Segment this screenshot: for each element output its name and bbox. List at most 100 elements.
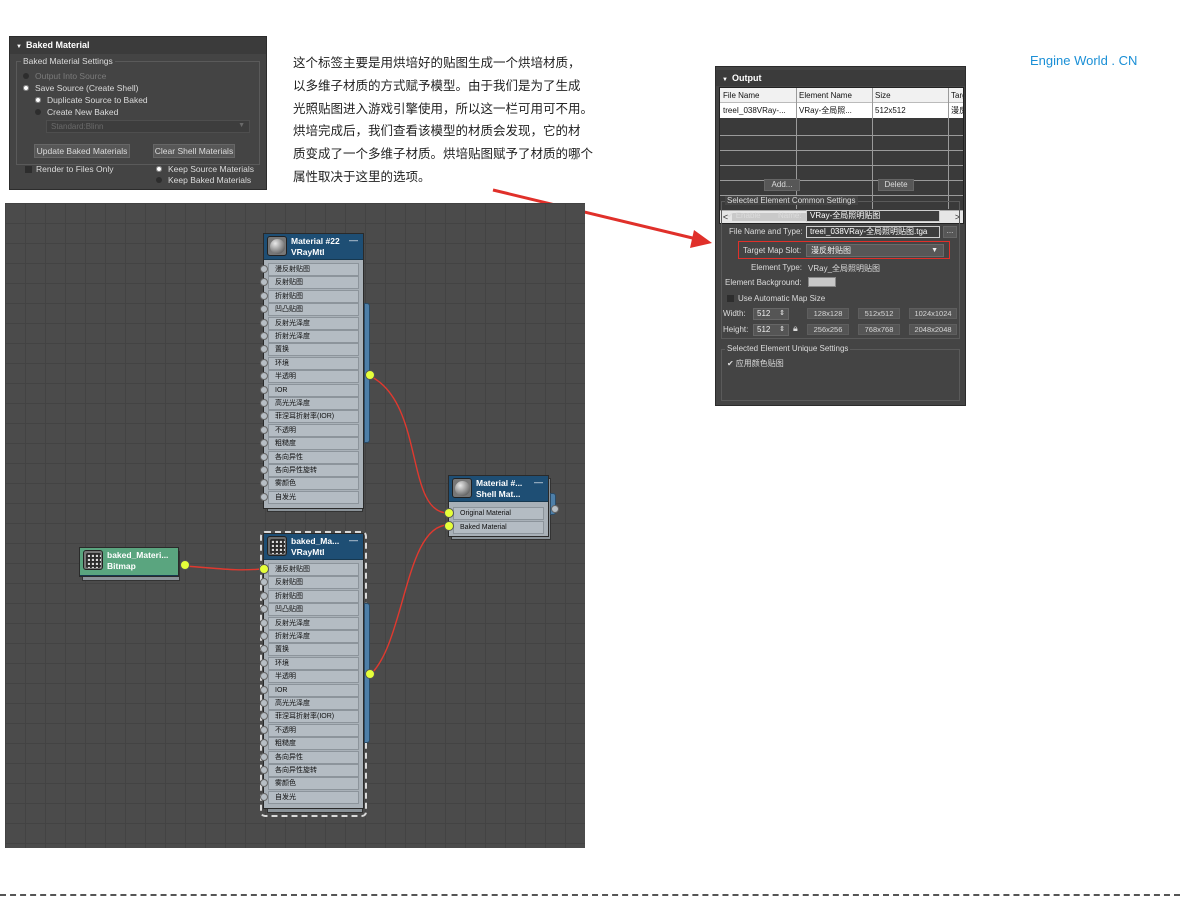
material-slot[interactable]: 反射光泽度 xyxy=(268,616,359,630)
material-slot[interactable]: 漫反射贴图 xyxy=(268,563,359,576)
checkbox-icon[interactable] xyxy=(727,295,734,302)
material-slot[interactable]: 反射贴图 xyxy=(268,276,359,290)
material-slot[interactable]: 各向异性旋转 xyxy=(268,764,359,777)
input-port[interactable] xyxy=(259,564,269,574)
material-slot[interactable]: 半透明 xyxy=(268,370,359,384)
output-port[interactable] xyxy=(365,669,375,679)
preset-128-button[interactable]: 128x128 xyxy=(807,308,849,319)
input-port[interactable] xyxy=(260,672,268,681)
preset-256-button[interactable]: 256x256 xyxy=(807,324,849,335)
input-port[interactable] xyxy=(260,699,268,707)
minimize-icon[interactable]: — xyxy=(534,477,543,487)
browse-file-button[interactable]: ... xyxy=(943,226,957,238)
material-slot[interactable]: 漫反射贴图 xyxy=(268,263,359,276)
minimize-icon[interactable]: — xyxy=(349,235,358,245)
material-slot[interactable]: 各向异性旋转 xyxy=(268,464,359,477)
baked-vraymtl-node[interactable]: baked_Ma... VRayMtl — 漫反射贴图 反射贴图 折射贴图 凹凸贴图反… xyxy=(259,533,364,809)
input-port[interactable] xyxy=(260,345,268,354)
material-slot[interactable]: 粗糙度 xyxy=(268,437,359,451)
input-port[interactable] xyxy=(444,521,454,531)
input-port[interactable] xyxy=(260,752,268,761)
slot-original-material[interactable]: Original Material xyxy=(453,507,544,520)
material-slot[interactable]: 雾颜色 xyxy=(268,777,359,791)
material-slot[interactable]: 折射光泽度 xyxy=(268,630,359,643)
material-slot[interactable]: 自发光 xyxy=(268,790,359,804)
material-slot[interactable]: 各向异性 xyxy=(268,750,359,764)
input-port[interactable] xyxy=(260,739,268,748)
input-port[interactable] xyxy=(260,712,268,721)
material-slot[interactable]: 不透明 xyxy=(268,723,359,737)
node-header[interactable]: baked_Ma... VRayMtl — xyxy=(264,534,363,560)
input-port[interactable] xyxy=(260,385,268,394)
material-slot[interactable]: 折射贴图 xyxy=(268,289,359,303)
input-port[interactable] xyxy=(260,618,268,627)
material-slot[interactable]: 半透明 xyxy=(268,670,359,684)
input-port[interactable] xyxy=(260,452,268,461)
material-slot[interactable]: 高光光泽度 xyxy=(268,697,359,710)
shell-material-node[interactable]: Material #... Shell Mat... — Original Ma… xyxy=(448,475,549,537)
target-map-slot-dropdown[interactable]: 漫反射贴图 ▼ xyxy=(806,244,944,257)
output-port[interactable] xyxy=(365,370,375,380)
input-port[interactable] xyxy=(260,578,268,587)
chevron-down-icon[interactable]: ▼ xyxy=(931,245,938,256)
material-slot[interactable]: 置换 xyxy=(268,643,359,657)
input-port[interactable] xyxy=(260,439,268,448)
collapse-arrow-icon[interactable]: ▼ xyxy=(722,77,728,83)
preset-512-button[interactable]: 512x512 xyxy=(858,308,900,319)
input-port[interactable] xyxy=(260,591,268,600)
input-port[interactable] xyxy=(260,318,268,327)
input-port[interactable] xyxy=(260,399,268,407)
material22-node[interactable]: Material #22 VRayMtl — 漫反射贴图 反射贴图 折射贴图 凹凸贴图… xyxy=(260,233,364,509)
material-slot[interactable]: 不透明 xyxy=(268,423,359,437)
spinner-arrows-icon[interactable]: ⇕ xyxy=(779,325,785,335)
lock-icon[interactable]: 🔒︎ xyxy=(793,323,798,334)
material-slot[interactable]: IOR xyxy=(268,383,359,397)
input-port[interactable] xyxy=(260,645,268,654)
input-port[interactable] xyxy=(260,658,268,667)
node-header[interactable]: Material #... Shell Mat... — xyxy=(449,476,548,502)
width-spinner[interactable]: 512 ⇕ xyxy=(753,308,789,320)
material-slot[interactable]: 反射光泽度 xyxy=(268,316,359,330)
input-port[interactable] xyxy=(260,358,268,367)
input-port[interactable] xyxy=(444,508,454,518)
input-port[interactable] xyxy=(260,605,268,614)
column-header-file-name[interactable]: File Name xyxy=(720,90,796,102)
enable-checkbox[interactable]: ✔ Enable xyxy=(727,211,761,220)
height-spinner[interactable]: 512 ⇕ xyxy=(753,324,789,336)
auto-map-size-checkbox[interactable]: Use Automatic Map Size xyxy=(727,294,825,303)
input-port[interactable] xyxy=(260,466,268,474)
input-port[interactable] xyxy=(260,265,268,273)
column-header-target[interactable]: Targ xyxy=(948,90,963,102)
add-button[interactable]: Add... xyxy=(764,179,800,191)
input-port[interactable] xyxy=(260,372,268,381)
material-slot[interactable]: 各向异性 xyxy=(268,450,359,464)
output-rollout-title[interactable]: ▼ Output xyxy=(716,70,965,86)
input-port[interactable] xyxy=(260,685,268,694)
material-slot[interactable]: 反射贴图 xyxy=(268,576,359,590)
material-slot[interactable]: 自发光 xyxy=(268,490,359,504)
node-header[interactable]: Material #22 VRayMtl — xyxy=(264,234,363,260)
node-header[interactable]: baked_Materi... Bitmap xyxy=(80,548,178,576)
material-slot[interactable]: 凹凸贴图 xyxy=(268,603,359,617)
bitmap-node[interactable]: baked_Materi... Bitmap xyxy=(79,547,179,577)
material-slot[interactable]: 菲涅耳折射率(IOR) xyxy=(268,410,359,424)
input-port[interactable] xyxy=(260,332,268,340)
input-port[interactable] xyxy=(260,278,268,287)
material-slot[interactable]: 折射光泽度 xyxy=(268,330,359,343)
delete-button[interactable]: Delete xyxy=(878,179,914,191)
output-port[interactable] xyxy=(551,505,559,513)
node-editor-view[interactable]: Material #22 VRayMtl — 漫反射贴图 反射贴图 折射贴图 凹凸贴图… xyxy=(5,203,585,848)
checkmark-icon[interactable]: ✔ xyxy=(727,211,734,220)
element-background-swatch[interactable] xyxy=(808,277,836,287)
material-slot[interactable]: 高光光泽度 xyxy=(268,397,359,410)
input-port[interactable] xyxy=(260,479,268,488)
input-port[interactable] xyxy=(260,425,268,434)
input-port[interactable] xyxy=(260,291,268,300)
material-slot[interactable]: IOR xyxy=(268,683,359,697)
preset-768-button[interactable]: 768x768 xyxy=(858,324,900,335)
material-slot[interactable]: 粗糙度 xyxy=(268,737,359,751)
checkmark-icon[interactable]: ✔ xyxy=(727,359,734,368)
preset-1024-button[interactable]: 1024x1024 xyxy=(909,308,957,319)
material-slot[interactable]: 凹凸贴图 xyxy=(268,303,359,317)
spinner-arrows-icon[interactable]: ⇕ xyxy=(779,309,785,319)
